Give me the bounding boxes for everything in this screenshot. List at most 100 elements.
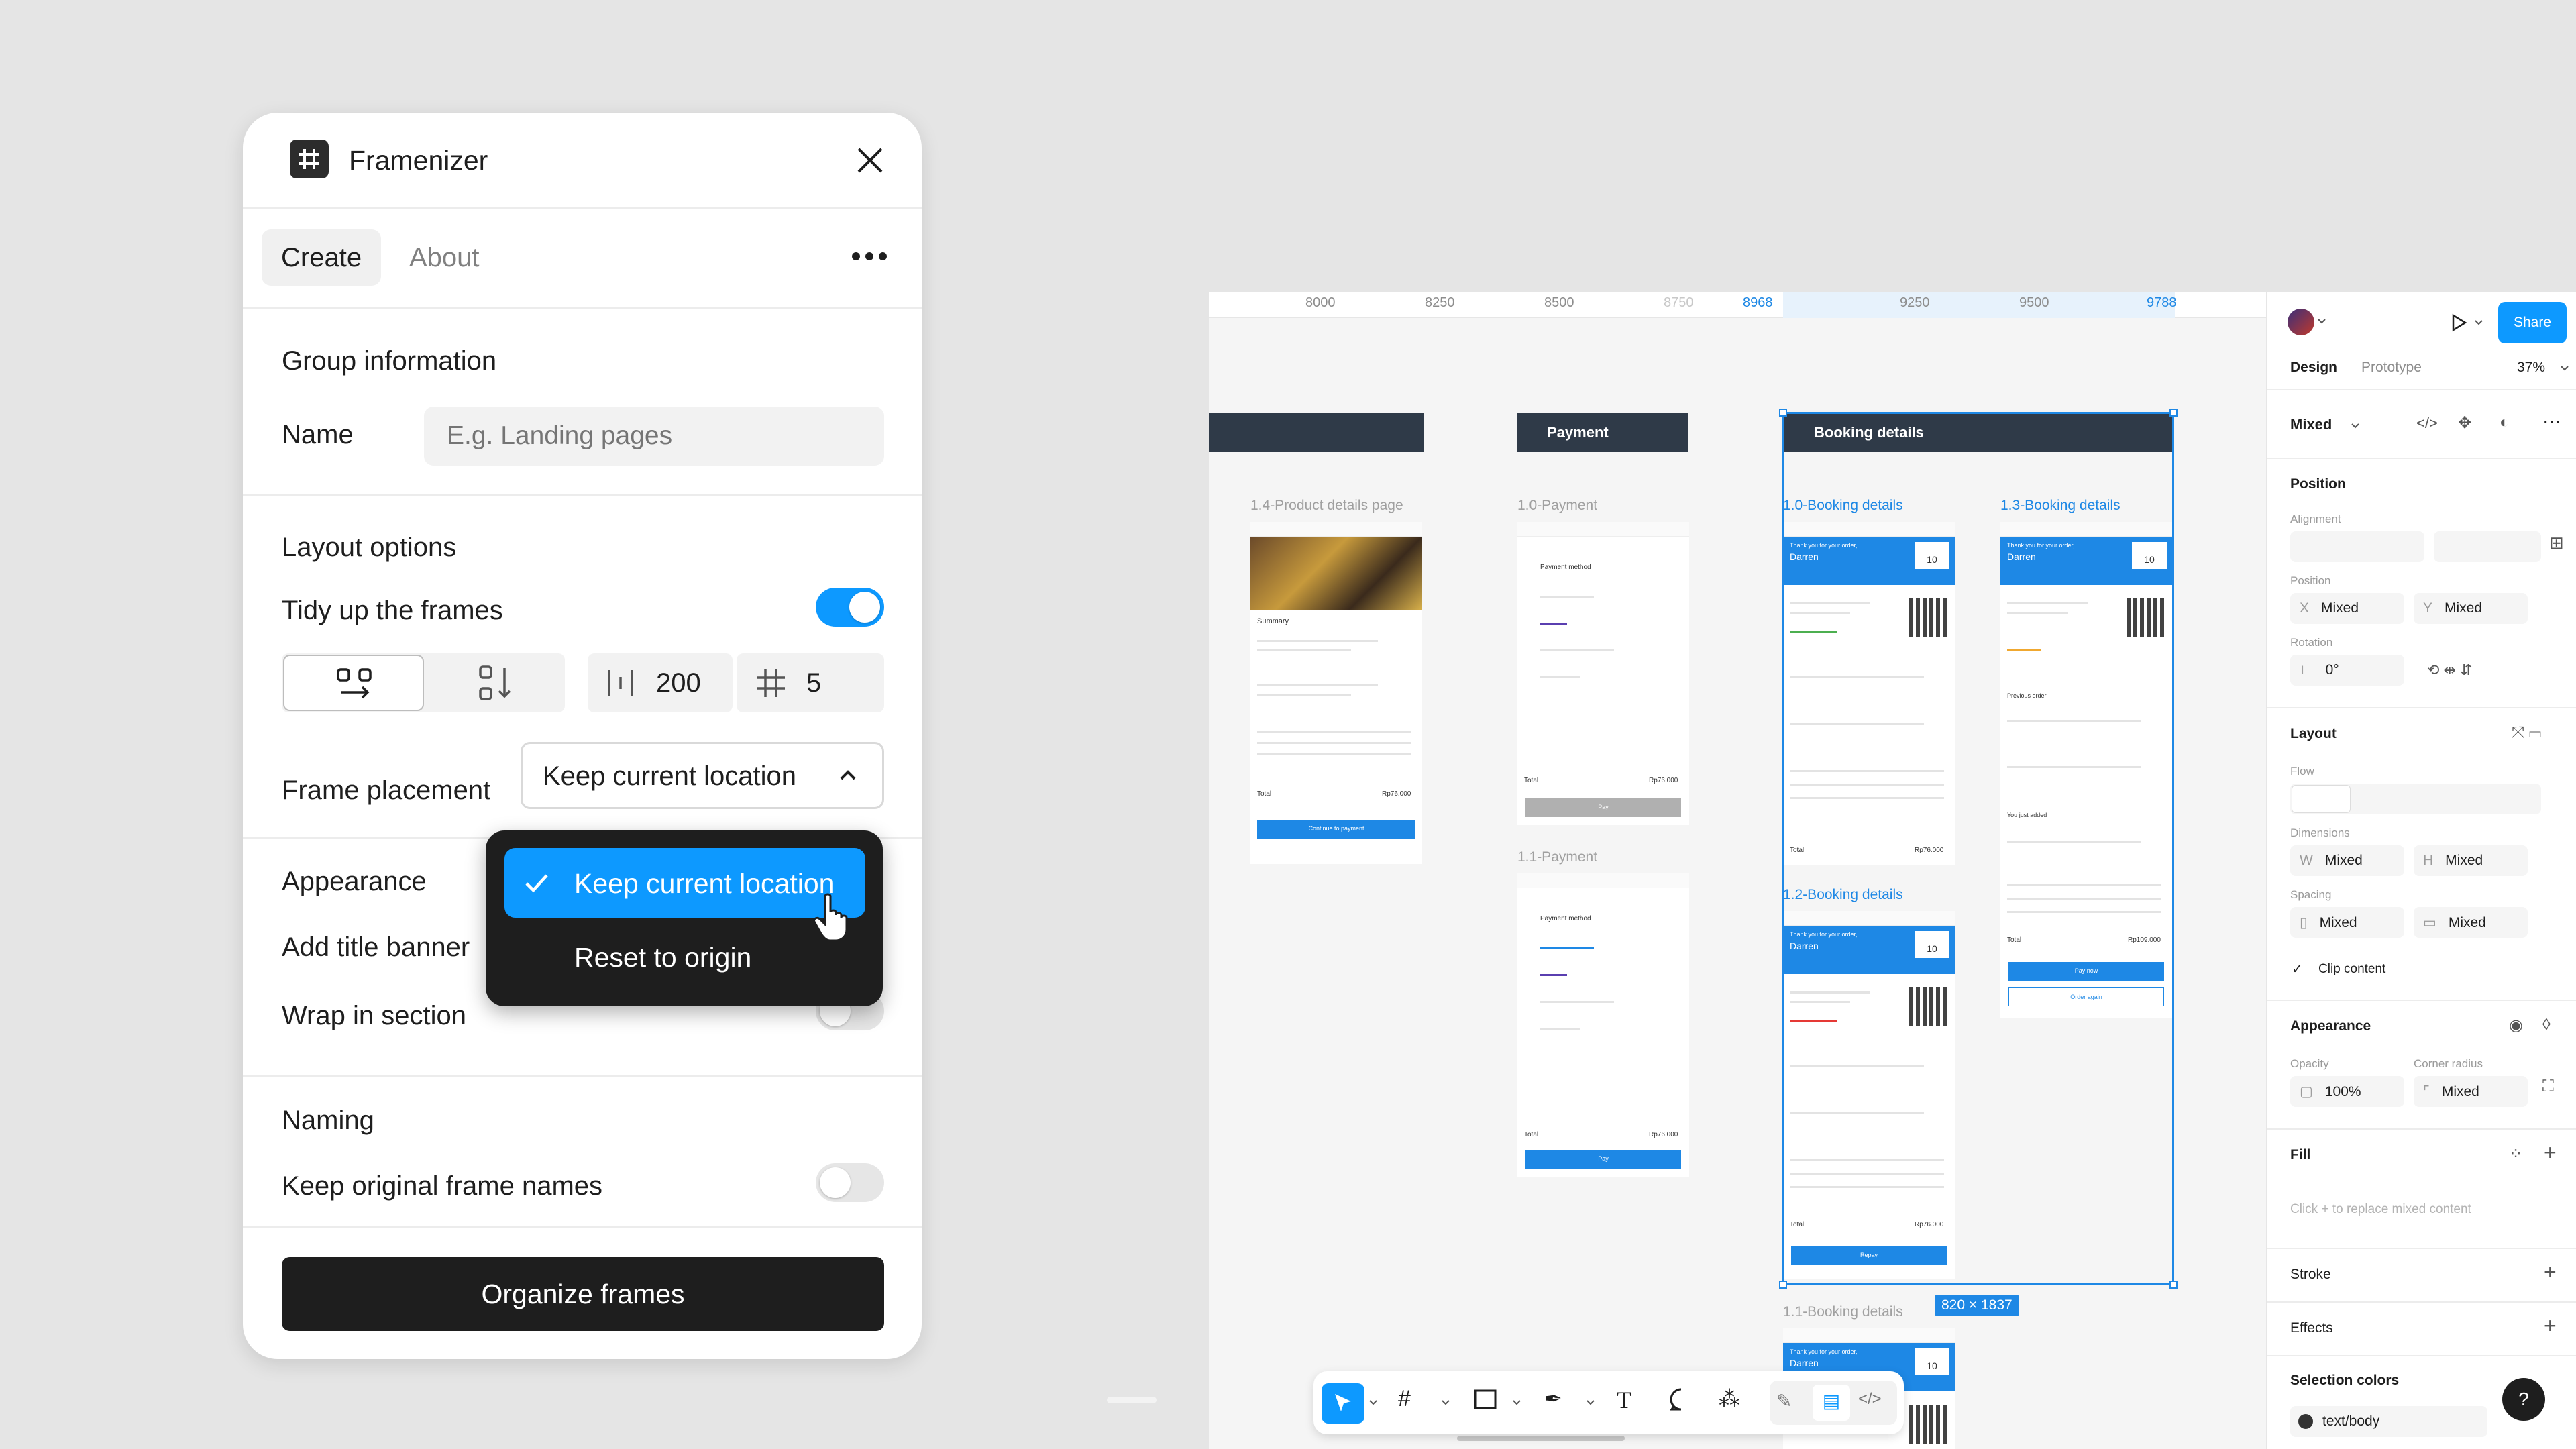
dev-mode-icon[interactable]: </> <box>1858 1390 1882 1409</box>
vertical-alignment-controls[interactable] <box>2434 531 2541 562</box>
selection-handle[interactable] <box>1779 409 1787 417</box>
bottom-toolbar: # ✒ T ⁂ ✎ ▤ </> <box>1313 1371 1904 1434</box>
effects-heading: Effects <box>2290 1320 2333 1336</box>
layout-options-heading: Layout options <box>282 533 457 562</box>
frame-product-details[interactable]: Summary Total Rp76.000 Continue to payme… <box>1250 522 1422 864</box>
layout-heading: Layout <box>2290 726 2337 741</box>
frame-payment-11[interactable]: Payment method Total Rp76.000 Pay <box>1517 873 1689 1177</box>
clip-content-checkbox[interactable]: ✓ <box>2292 961 2303 977</box>
columns-value: 5 <box>806 668 822 698</box>
add-effect-icon[interactable]: + <box>2544 1313 2557 1338</box>
y-position-field[interactable]: Y Mixed <box>2414 593 2528 624</box>
columns-field[interactable]: 5 <box>737 653 884 712</box>
name-input[interactable] <box>424 407 884 466</box>
total-price: Rp76.000 <box>1649 1131 1678 1138</box>
components-tool-icon[interactable]: ⁂ <box>1719 1386 1752 1419</box>
spacing-field-a[interactable]: ▯ Mixed <box>2290 907 2404 938</box>
pay-label: Pay <box>1598 1155 1609 1162</box>
auto-layout-icon[interactable]: ⤧ ▭ <box>2512 723 2541 742</box>
design-canvas[interactable]: Payment Booking details 1.4-Product deta… <box>1209 292 2266 1449</box>
add-stroke-icon[interactable]: + <box>2544 1260 2557 1285</box>
corner-radius-field[interactable]: ⌜ Mixed <box>2414 1076 2528 1107</box>
design-mode-icon[interactable]: ▤ <box>1813 1385 1850 1421</box>
height-field[interactable]: H Mixed <box>2414 845 2528 876</box>
divider <box>2267 1355 2576 1356</box>
spacing-field-b[interactable]: ▭ Mixed <box>2414 907 2528 938</box>
appearance-heading: Appearance <box>2290 1018 2371 1034</box>
divider <box>243 494 922 496</box>
color-name: text/body <box>2322 1413 2380 1429</box>
zoom-level[interactable]: 37% <box>2517 360 2545 376</box>
more-icon[interactable] <box>851 248 888 264</box>
rotate-flip-controls[interactable]: ⟲ ⇹ ⇵ <box>2414 655 2528 686</box>
chevron-down-icon[interactable] <box>1512 1398 1521 1407</box>
rectangle-tool-icon[interactable] <box>1472 1386 1505 1419</box>
tab-create[interactable]: Create <box>262 229 381 286</box>
qr-code <box>1909 1405 1948 1444</box>
selection-handle[interactable] <box>2169 409 2178 417</box>
styles-icon[interactable]: ⁘ <box>2509 1144 2522 1164</box>
chevron-down-icon[interactable] <box>2474 318 2483 327</box>
selection-handle[interactable] <box>1779 1281 1787 1289</box>
spacing-b-value: Mixed <box>2448 915 2486 930</box>
mask-icon[interactable]: ◐ <box>2500 413 2510 432</box>
add-fill-icon[interactable]: + <box>2544 1140 2557 1165</box>
text-tool-icon[interactable]: T <box>1617 1386 1650 1419</box>
chevron-down-icon[interactable] <box>2351 421 2360 431</box>
frame-label: 1.1-Payment <box>1517 849 1598 865</box>
selection-box[interactable] <box>1779 409 2178 1289</box>
x-position-field[interactable]: X Mixed <box>2290 593 2404 624</box>
frame-payment-10[interactable]: Payment method Total Rp76.000 Pay <box>1517 522 1689 825</box>
play-icon[interactable] <box>2449 313 2469 333</box>
frame-tool-icon[interactable]: # <box>1398 1386 1432 1419</box>
spacing-field[interactable]: 200 <box>588 653 733 712</box>
selection-color-item[interactable]: text/body <box>2290 1406 2487 1437</box>
divider <box>243 307 922 309</box>
rotation-field[interactable]: ∟ 0° <box>2290 655 2404 686</box>
selection-handle[interactable] <box>2169 1281 2178 1289</box>
more-icon[interactable]: ⋯ <box>2542 411 2561 433</box>
close-icon[interactable] <box>855 145 885 176</box>
frame-placement-select[interactable]: Keep current location <box>521 742 884 809</box>
tab-prototype[interactable]: Prototype <box>2361 360 2422 376</box>
alignment-controls[interactable] <box>2290 531 2424 562</box>
chevron-down-icon[interactable] <box>1368 1398 1378 1407</box>
chevron-down-icon[interactable] <box>2560 364 2569 373</box>
tab-about[interactable]: About <box>409 243 480 273</box>
blend-icon[interactable]: ◊ <box>2542 1016 2551 1034</box>
divider <box>243 1075 922 1077</box>
naming-heading: Naming <box>282 1106 374 1135</box>
visibility-icon[interactable]: ◉ <box>2509 1016 2523 1035</box>
organize-frames-button[interactable]: Organize frames <box>282 1257 884 1331</box>
pen-tool-icon[interactable]: ✒ <box>1544 1386 1578 1419</box>
chevron-down-icon[interactable] <box>1586 1398 1595 1407</box>
divider <box>2267 1000 2576 1001</box>
flow-option-selected[interactable] <box>2292 785 2351 813</box>
opacity-field[interactable]: ▢ 100% <box>2290 1076 2404 1107</box>
tidy-toggle[interactable] <box>816 588 884 627</box>
total-label: Total <box>1524 777 1539 784</box>
flow-controls[interactable] <box>2290 784 2541 814</box>
share-button[interactable]: Share <box>2498 302 2567 343</box>
flow-vertical-button[interactable] <box>428 655 562 711</box>
table-number: 10 <box>1915 1348 1949 1375</box>
tidy-grid-icon[interactable]: ⊞ <box>2549 533 2564 553</box>
corner-expand-icon[interactable]: ⛶ <box>2542 1077 2554 1096</box>
code-icon[interactable]: </> <box>2416 415 2438 432</box>
selection-size-badge: 820 × 1837 <box>1935 1295 2019 1316</box>
pay-button: Pay <box>1525 1150 1681 1169</box>
avatar[interactable] <box>2288 309 2314 335</box>
width-field[interactable]: W Mixed <box>2290 845 2404 876</box>
move-tool-button[interactable] <box>1322 1383 1364 1424</box>
chevron-down-icon[interactable] <box>1441 1398 1450 1407</box>
help-button[interactable]: ? <box>2502 1378 2545 1421</box>
horizontal-scrollbar[interactable] <box>1457 1436 1625 1441</box>
comment-tool-icon[interactable] <box>1668 1386 1701 1419</box>
draw-mode-icon[interactable]: ✎ <box>1776 1390 1792 1412</box>
keep-names-toggle[interactable] <box>816 1163 884 1202</box>
chevron-down-icon[interactable] <box>2317 317 2326 326</box>
flow-horizontal-button[interactable] <box>283 655 424 711</box>
component-icon[interactable]: ✥ <box>2458 413 2471 433</box>
tab-design[interactable]: Design <box>2290 360 2337 376</box>
layer-type-select[interactable]: Mixed <box>2290 416 2332 433</box>
